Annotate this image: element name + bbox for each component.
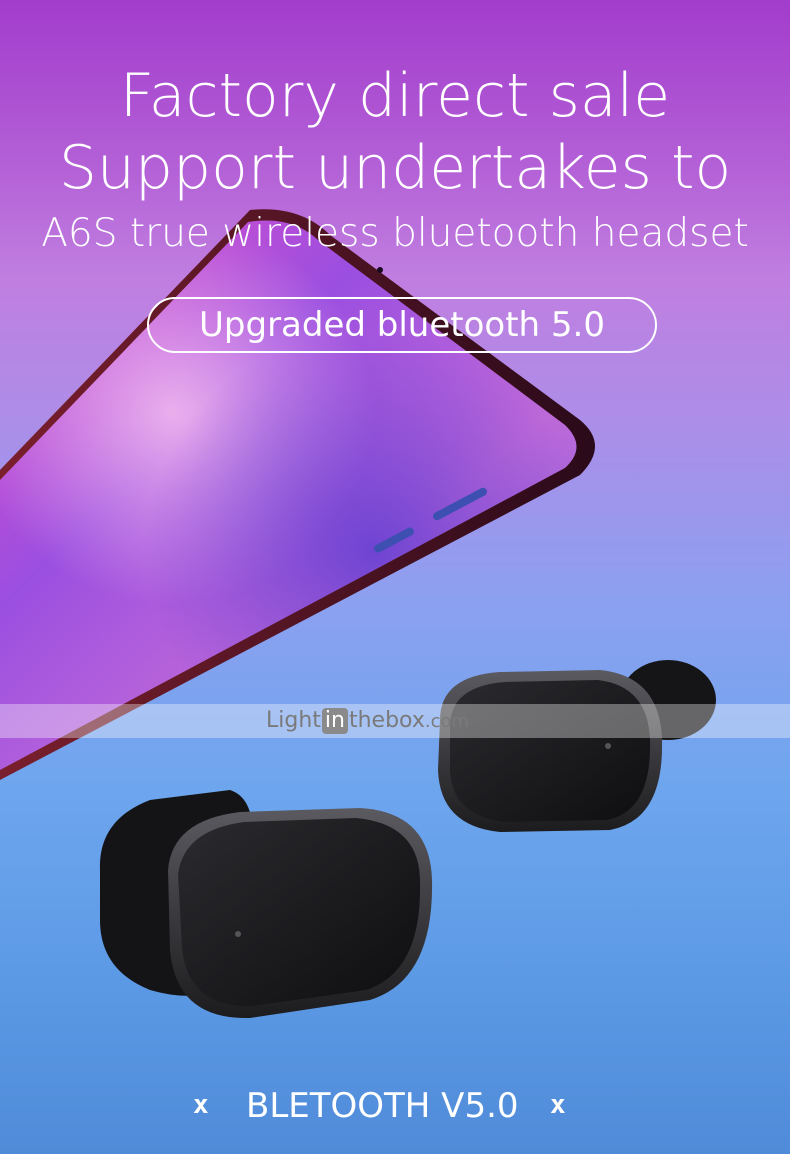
- product-banner: Factory direct sale Support undertakes t…: [0, 0, 790, 1154]
- watermark-logo: Light in thebox.com: [266, 706, 469, 736]
- footer-left-mark: x: [193, 1090, 209, 1120]
- watermark-tld: .com: [424, 711, 470, 732]
- watermark-prefix: Light: [266, 708, 321, 733]
- bluetooth-version-badge: Upgraded bluetooth 5.0: [147, 297, 657, 353]
- product-subtitle: A6S true wireless bluetooth headset: [41, 211, 749, 256]
- watermark-suffix: thebox: [348, 708, 425, 733]
- footer-right-mark: x: [550, 1090, 566, 1120]
- headline-line-1: Factory direct sale: [119, 61, 671, 131]
- headline-line-2: Support undertakes to: [58, 133, 732, 203]
- watermark-highlight: in: [321, 708, 348, 734]
- footer-label: BLETOOTH V5.0: [246, 1086, 519, 1126]
